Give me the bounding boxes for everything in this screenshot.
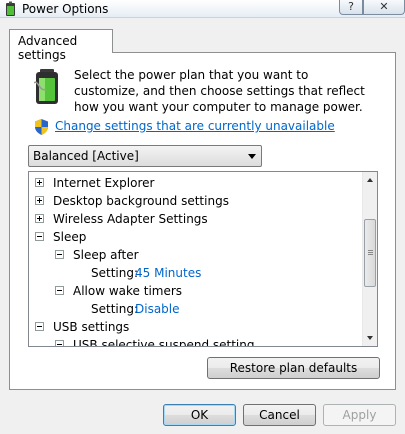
collapse-minus-icon[interactable] (35, 232, 44, 241)
help-button[interactable]: ? (339, 0, 363, 15)
wake-timers-value[interactable]: Disable (135, 302, 180, 316)
settings-tree[interactable]: Internet Explorer Desktop background set… (28, 171, 378, 347)
battery-icon (34, 69, 58, 104)
power-plan-selected: Balanced [Active] (33, 149, 139, 163)
scroll-down-arrow-icon[interactable] (363, 331, 377, 346)
tab-advanced-settings[interactable]: Advanced settings (9, 29, 113, 62)
expand-plus-icon[interactable] (35, 196, 44, 205)
power-plan-dropdown[interactable]: Balanced [Active] (28, 145, 262, 167)
cancel-button[interactable]: Cancel (243, 404, 316, 426)
tab-label: Advanced settings (18, 34, 78, 62)
close-button[interactable]: ✕ (363, 0, 405, 15)
sleep-after-value[interactable]: 45 Minutes (135, 266, 201, 280)
expand-plus-icon[interactable] (35, 214, 44, 223)
title-bar: Power Options ? ✕ (0, 0, 405, 18)
change-settings-link[interactable]: Change settings that are currently unava… (55, 119, 335, 133)
expand-plus-icon[interactable] (35, 178, 44, 187)
intro-text: Select the power plan that you want to c… (74, 68, 365, 114)
ok-button[interactable]: OK (163, 404, 236, 426)
tree-scrollbar[interactable] (362, 172, 377, 346)
collapse-minus-icon[interactable] (35, 322, 44, 331)
collapse-minus-icon[interactable] (55, 250, 64, 259)
uac-shield-icon (35, 119, 48, 135)
restore-plan-defaults-button[interactable]: Restore plan defaults (207, 357, 380, 379)
scroll-up-arrow-icon[interactable] (363, 172, 377, 187)
chevron-down-icon (248, 154, 256, 159)
power-options-icon (6, 1, 15, 16)
scrollbar-thumb[interactable] (364, 219, 376, 287)
apply-button: Apply (323, 404, 396, 426)
window-title: Power Options (22, 2, 109, 16)
collapse-minus-icon[interactable] (55, 286, 64, 295)
collapse-minus-icon[interactable] (55, 340, 64, 346)
